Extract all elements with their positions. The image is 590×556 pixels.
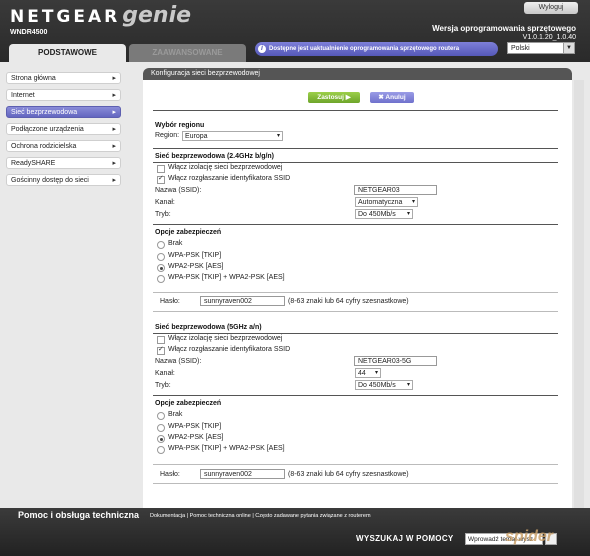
chevron-right-icon: ▸ bbox=[112, 126, 116, 133]
sidebar-item-home[interactable]: Strona główna ▸ bbox=[6, 72, 121, 84]
netgear-logo: NETGEARgenie bbox=[10, 3, 192, 28]
arrow-right-icon: ▶ bbox=[345, 94, 351, 101]
sidebar-item-parental-controls[interactable]: Ochrona rodzicielska ▸ bbox=[6, 140, 121, 152]
sidebar-item-internet[interactable]: Internet ▸ bbox=[6, 89, 121, 101]
band24-security-wpa-radio[interactable] bbox=[157, 253, 165, 261]
band5-broadcast-checkbox[interactable] bbox=[157, 345, 165, 355]
band24-password-input[interactable]: sunnyraven002 bbox=[200, 296, 285, 306]
region-select[interactable]: Europa ▾ bbox=[182, 131, 283, 141]
band24-broadcast-checkbox[interactable] bbox=[157, 174, 165, 184]
band24-password-hint: (8-63 znaki lub 64 cyfry szesnastkowe) bbox=[288, 298, 409, 305]
band24-security-mixed-radio[interactable] bbox=[157, 275, 165, 283]
language-select[interactable]: Polski ▼ bbox=[507, 42, 575, 54]
band24-security-none-label: Brak bbox=[168, 240, 183, 247]
firmware-update-notice[interactable]: i Dostępne jest uaktualnienie oprogramowa… bbox=[255, 42, 498, 56]
band5-password-input[interactable]: sunnyraven002 bbox=[200, 469, 285, 479]
divider bbox=[153, 224, 558, 225]
chevron-down-icon: ▾ bbox=[276, 133, 280, 139]
chevron-down-icon: ▾ bbox=[406, 211, 410, 217]
cancel-button[interactable]: ✖ Anuluj bbox=[370, 92, 414, 103]
tab-advanced[interactable]: ZAAWANSOWANE bbox=[129, 44, 246, 62]
band24-mode-label: Tryb: bbox=[155, 211, 171, 218]
band24-security-none-radio[interactable] bbox=[157, 241, 165, 249]
band24-security-wpa2-radio[interactable] bbox=[157, 264, 165, 272]
band24-isolation-checkbox[interactable] bbox=[157, 165, 165, 173]
chevron-down-icon: ▾ bbox=[411, 199, 415, 205]
band5-isolation-label: Włącz izolację sieci bezprzewodowej bbox=[168, 335, 283, 342]
band5-security-mixed-radio[interactable] bbox=[157, 446, 165, 454]
help-search-label: WYSZUKAJ W POMOCY bbox=[356, 534, 454, 543]
firmware-title: Wersja oprogramowania sprzętowego bbox=[432, 24, 576, 33]
band24-security-heading: Opcje zabezpieczeń bbox=[155, 229, 222, 236]
band5-security-none-radio[interactable] bbox=[157, 412, 165, 420]
chevron-right-icon: ▸ bbox=[112, 109, 116, 116]
band5-security-wpa2-label: WPA2-PSK [AES] bbox=[168, 434, 224, 441]
model-name: WNDR4500 bbox=[10, 29, 48, 36]
band24-isolation-label: Włącz izolację sieci bezprzewodowej bbox=[168, 164, 283, 171]
band5-password-hint: (8-63 znaki lub 64 cyfry szesnastkowe) bbox=[288, 471, 409, 478]
sidebar-item-attached-devices[interactable]: Podłączone urządzenia ▸ bbox=[6, 123, 121, 135]
band24-ssid-input[interactable]: NETGEAR03 bbox=[354, 185, 437, 195]
divider bbox=[153, 395, 558, 396]
watermark-logo: spider bbox=[505, 528, 554, 545]
band24-security-wpa-label: WPA-PSK [TKIP] bbox=[168, 252, 222, 259]
band5-ssid-input[interactable]: NETGEAR03-5G bbox=[354, 356, 437, 366]
band5-ssid-label: Nazwa (SSID): bbox=[155, 358, 202, 365]
divider bbox=[153, 148, 558, 149]
band5-heading: Sieć bezprzewodowa (5GHz a/n) bbox=[155, 324, 262, 331]
band24-broadcast-label: Włącz rozgłaszanie identyfikatora SSID bbox=[168, 175, 291, 182]
sidebar-item-wireless[interactable]: Sieć bezprzewodowa ▸ bbox=[6, 106, 121, 118]
tab-basic[interactable]: PODSTAWOWE bbox=[9, 44, 126, 62]
chevron-right-icon: ▸ bbox=[112, 75, 116, 82]
band24-channel-select[interactable]: Automatyczna ▾ bbox=[355, 197, 418, 207]
band5-security-mixed-label: WPA-PSK [TKIP] + WPA2-PSK [AES] bbox=[168, 445, 285, 452]
band24-password-label: Hasło: bbox=[160, 298, 180, 305]
band5-security-none-label: Brak bbox=[168, 411, 183, 418]
info-icon: i bbox=[258, 45, 266, 53]
band24-ssid-label: Nazwa (SSID): bbox=[155, 187, 202, 194]
divider bbox=[153, 110, 558, 111]
region-label: Region: bbox=[155, 132, 180, 139]
band5-isolation-checkbox[interactable] bbox=[157, 336, 165, 344]
band5-security-wpa2-radio[interactable] bbox=[157, 435, 165, 443]
chevron-right-icon: ▸ bbox=[112, 177, 116, 184]
logout-button[interactable]: Wyloguj bbox=[524, 2, 578, 14]
chevron-down-icon: ▼ bbox=[563, 43, 574, 53]
chevron-down-icon: ▾ bbox=[406, 382, 410, 388]
divider bbox=[153, 162, 558, 163]
chevron-right-icon: ▸ bbox=[112, 143, 116, 150]
sidebar-item-guest-network[interactable]: Gościnny dostęp do sieci ▸ bbox=[6, 174, 121, 186]
band5-channel-select[interactable]: 44 ▾ bbox=[355, 368, 381, 378]
sidebar-item-readyshare[interactable]: ReadySHARE ▸ bbox=[6, 157, 121, 169]
band5-security-wpa-radio[interactable] bbox=[157, 424, 165, 432]
band5-mode-select[interactable]: Do 450Mb/s ▾ bbox=[355, 380, 413, 390]
chevron-right-icon: ▸ bbox=[112, 160, 116, 167]
band5-mode-label: Tryb: bbox=[155, 382, 171, 389]
chevron-right-icon: ▸ bbox=[112, 92, 116, 99]
scrollbar[interactable] bbox=[574, 80, 584, 508]
band5-security-heading: Opcje zabezpieczeń bbox=[155, 400, 222, 407]
close-icon: ✖ bbox=[378, 94, 384, 101]
chevron-down-icon: ▾ bbox=[374, 370, 378, 376]
band24-security-mixed-label: WPA-PSK [TKIP] + WPA2-PSK [AES] bbox=[168, 274, 285, 281]
band5-channel-label: Kanał: bbox=[155, 370, 175, 377]
apply-button[interactable]: Zastosuj ▶ bbox=[308, 92, 360, 103]
band5-password-label: Hasło: bbox=[160, 471, 180, 478]
page-title: Konfiguracja sieci bezprzewodowej bbox=[143, 68, 572, 80]
band24-security-wpa2-label: WPA2-PSK [AES] bbox=[168, 263, 224, 270]
region-heading: Wybór regionu bbox=[155, 122, 205, 129]
firmware-version: V1.0.1.20_1.0.40 bbox=[522, 34, 576, 41]
help-links[interactable]: Dokumentacja | Pomoc techniczna online |… bbox=[150, 513, 371, 519]
help-title: Pomoc i obsługa techniczna bbox=[18, 510, 140, 520]
band5-security-wpa-label: WPA-PSK [TKIP] bbox=[168, 423, 222, 430]
band5-broadcast-label: Włącz rozgłaszanie identyfikatora SSID bbox=[168, 346, 291, 353]
divider bbox=[153, 333, 558, 334]
band24-heading: Sieć bezprzewodowa (2.4GHz b/g/n) bbox=[155, 153, 275, 160]
band24-channel-label: Kanał: bbox=[155, 199, 175, 206]
band24-mode-select[interactable]: Do 450Mb/s ▾ bbox=[355, 209, 413, 219]
